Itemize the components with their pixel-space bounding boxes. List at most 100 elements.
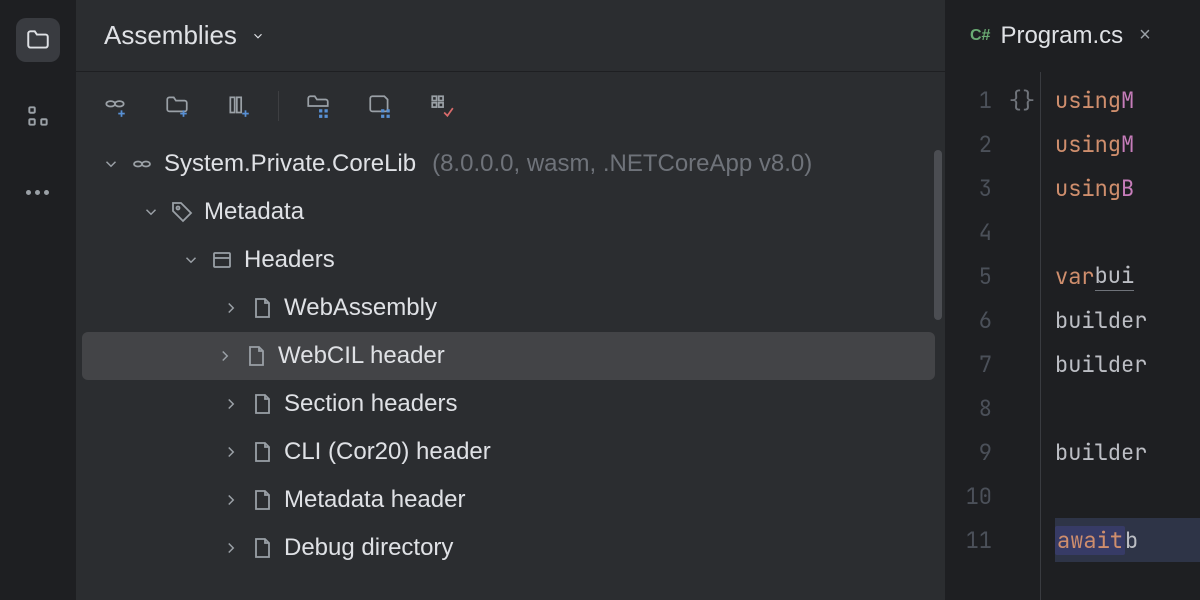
code-token: M bbox=[1121, 130, 1134, 159]
panel-title: Assemblies bbox=[104, 20, 237, 51]
chevron-right-icon bbox=[222, 539, 240, 557]
tree-node-label: CLI (Cor20) header bbox=[284, 435, 491, 469]
page-icon bbox=[250, 488, 274, 512]
editor-tabbar: C# Program.cs × bbox=[946, 0, 1200, 72]
tree-node-label: Headers bbox=[244, 243, 335, 277]
fold-gutter[interactable]: {} bbox=[1004, 72, 1040, 600]
tree-node-debug-directory[interactable]: Debug directory bbox=[76, 524, 945, 572]
line-number: 4 bbox=[946, 210, 992, 254]
activity-bar bbox=[0, 0, 76, 600]
folder-grid-icon bbox=[305, 93, 331, 119]
code-token: var bbox=[1055, 262, 1095, 291]
editor-tab-program[interactable]: C# Program.cs × bbox=[960, 0, 1161, 71]
structure-icon bbox=[25, 103, 51, 129]
chevron-right-icon bbox=[222, 443, 240, 461]
line-number: 11 bbox=[946, 518, 992, 562]
filter-button[interactable] bbox=[425, 89, 459, 123]
line-number-gutter: 1234567891011 bbox=[946, 72, 1004, 600]
page-icon bbox=[244, 344, 268, 368]
chevron-down-icon bbox=[182, 251, 200, 269]
headers-icon bbox=[210, 248, 234, 272]
code-line[interactable]: using B bbox=[1055, 166, 1200, 210]
folder-icon bbox=[25, 27, 51, 53]
line-number: 7 bbox=[946, 342, 992, 386]
code-token: builder bbox=[1055, 350, 1147, 379]
chevron-down-icon bbox=[251, 29, 265, 43]
tree-node-assembly[interactable]: System.Private.CoreLib (8.0.0.0, wasm, .… bbox=[76, 140, 945, 188]
code-line[interactable]: var bui bbox=[1055, 254, 1200, 298]
line-number: 6 bbox=[946, 298, 992, 342]
chevron-right-icon bbox=[222, 395, 240, 413]
code-line[interactable] bbox=[1055, 474, 1200, 518]
assemblies-panel: Assemblies bbox=[76, 0, 946, 600]
tree-node-label: WebAssembly bbox=[284, 291, 437, 325]
fold-marker bbox=[1004, 210, 1040, 254]
code-token: bui bbox=[1095, 261, 1135, 291]
fold-marker bbox=[1004, 342, 1040, 386]
more-icon bbox=[26, 190, 49, 195]
fold-marker bbox=[1004, 298, 1040, 342]
tree-node-webcil-header[interactable]: WebCIL header bbox=[82, 332, 935, 380]
line-number: 3 bbox=[946, 166, 992, 210]
tree-node-metadata[interactable]: Metadata bbox=[76, 188, 945, 236]
code-token: await bbox=[1055, 526, 1125, 555]
activity-item-structure[interactable] bbox=[16, 94, 60, 138]
code-line[interactable]: await b bbox=[1055, 518, 1200, 562]
assembly-tree[interactable]: System.Private.CoreLib (8.0.0.0, wasm, .… bbox=[76, 140, 945, 600]
code-line[interactable] bbox=[1055, 210, 1200, 254]
line-number: 1 bbox=[946, 78, 992, 122]
fold-marker[interactable]: {} bbox=[1004, 78, 1040, 122]
filter-check-icon bbox=[429, 93, 455, 119]
tree-node-metadata-header[interactable]: Metadata header bbox=[76, 476, 945, 524]
group-by-folder-button[interactable] bbox=[301, 89, 335, 123]
tab-filename: Program.cs bbox=[1000, 22, 1123, 50]
tree-node-label: System.Private.CoreLib bbox=[164, 147, 416, 181]
code-lines[interactable]: using Musing Musing Bvar buibuilderbuild… bbox=[1040, 72, 1200, 600]
toolbar-separator bbox=[278, 91, 279, 121]
code-line[interactable]: builder bbox=[1055, 342, 1200, 386]
panel-toolbar bbox=[76, 72, 945, 140]
code-token: using bbox=[1055, 174, 1121, 203]
tree-node-label: Debug directory bbox=[284, 531, 453, 565]
chevron-right-icon bbox=[222, 491, 240, 509]
line-number: 8 bbox=[946, 386, 992, 430]
lang-badge: C# bbox=[970, 27, 990, 45]
folder-plus-icon bbox=[164, 93, 190, 119]
panel-header[interactable]: Assemblies bbox=[76, 0, 945, 72]
page-icon bbox=[250, 536, 274, 560]
add-folder-button[interactable] bbox=[160, 89, 194, 123]
code-line[interactable]: using M bbox=[1055, 78, 1200, 122]
code-token: builder bbox=[1055, 438, 1147, 467]
books-plus-icon bbox=[226, 93, 252, 119]
fold-marker bbox=[1004, 386, 1040, 430]
scrollbar-thumb[interactable] bbox=[934, 150, 942, 320]
add-library-button[interactable] bbox=[222, 89, 256, 123]
close-icon[interactable]: × bbox=[1139, 24, 1151, 47]
activity-item-explorer[interactable] bbox=[16, 18, 60, 62]
tree-node-cli-cor20-header[interactable]: CLI (Cor20) header bbox=[76, 428, 945, 476]
chevron-right-icon bbox=[222, 299, 240, 317]
code-line[interactable] bbox=[1055, 386, 1200, 430]
page-icon bbox=[250, 296, 274, 320]
tree-node-webassembly[interactable]: WebAssembly bbox=[76, 284, 945, 332]
fold-marker bbox=[1004, 474, 1040, 518]
code-line[interactable]: using M bbox=[1055, 122, 1200, 166]
link-icon bbox=[130, 152, 154, 176]
add-reference-button[interactable] bbox=[98, 89, 132, 123]
link-plus-icon bbox=[102, 93, 128, 119]
code-area[interactable]: 1234567891011 {} using Musing Musing Bva… bbox=[946, 72, 1200, 600]
page-icon bbox=[250, 392, 274, 416]
code-token: using bbox=[1055, 130, 1121, 159]
code-token: M bbox=[1121, 86, 1134, 115]
code-line[interactable]: builder bbox=[1055, 430, 1200, 474]
activity-item-more[interactable] bbox=[16, 170, 60, 214]
tree-node-headers[interactable]: Headers bbox=[76, 236, 945, 284]
tree-node-label: Section headers bbox=[284, 387, 457, 421]
fold-marker bbox=[1004, 518, 1040, 562]
editor-pane: C# Program.cs × 1234567891011 {} using M… bbox=[946, 0, 1200, 600]
code-token: B bbox=[1121, 174, 1134, 203]
tree-node-label: Metadata bbox=[204, 195, 304, 229]
code-line[interactable]: builder bbox=[1055, 298, 1200, 342]
group-by-disk-button[interactable] bbox=[363, 89, 397, 123]
tree-node-section-headers[interactable]: Section headers bbox=[76, 380, 945, 428]
